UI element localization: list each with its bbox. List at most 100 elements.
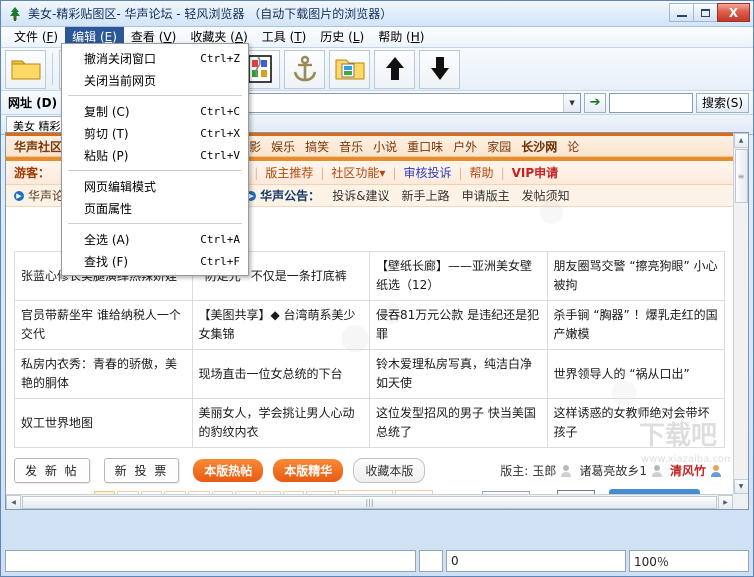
post-cell[interactable]: 铃木爱理私房写真，纯洁白净如天使	[369, 349, 548, 399]
favorite-board-button[interactable]: 收藏本版	[353, 457, 426, 483]
post-cell[interactable]: 奴工世界地图	[14, 398, 193, 448]
post-table: 张蓝心修长美腿演绎热辣娇娃 “防走光” 不仅是一条打底裤 【壁纸长廊】——亚洲美…	[14, 251, 725, 448]
moderator-name[interactable]: 玉郎	[532, 462, 556, 479]
hot-posts-button[interactable]: 本版热帖	[193, 458, 264, 482]
pagination: 1596 1/20 1 2 3 4 5 6 7 8 9 10 下一页» 末页 直…	[14, 486, 725, 494]
scroll-up-arrow-icon[interactable]: ▲	[733, 133, 748, 148]
scroll-right-arrow-icon[interactable]: ▶	[718, 494, 733, 509]
menu-select-all[interactable]: 全选 (A) Ctrl+A	[62, 228, 248, 250]
announce-link[interactable]: 申请版主	[462, 187, 510, 204]
scrollbar-corner	[733, 494, 748, 509]
menu-paste[interactable]: 粘贴 (P) Ctrl+V	[62, 144, 248, 166]
post-cell[interactable]: 这样诱惑的女教师绝对会带坏孩子	[546, 398, 725, 448]
menu-tools[interactable]: 工具 (T)	[255, 27, 314, 47]
upload-arrow-icon-button[interactable]	[374, 49, 415, 89]
post-cell[interactable]: 现场直击一位女总统的下台	[191, 349, 370, 399]
vertical-scroll-thumb[interactable]: ≡	[734, 149, 748, 203]
scroll-left-arrow-icon[interactable]: ◀	[6, 494, 21, 509]
menu-copy[interactable]: 复制 (C) Ctrl+C	[62, 100, 248, 122]
nav-link[interactable]: 音乐	[339, 138, 363, 155]
nav-link[interactable]: 家园	[487, 138, 511, 155]
announce-link[interactable]: 投诉&建议	[332, 187, 389, 204]
status-divider	[419, 550, 443, 572]
anchor-icon-button[interactable]	[284, 49, 325, 89]
status-bar: 0 100％	[5, 550, 749, 572]
divider: |	[392, 165, 397, 180]
guest-label: 游客：	[14, 166, 51, 180]
nav-link[interactable]: 论	[567, 138, 579, 155]
usernav-community[interactable]: 社区功能▾	[331, 164, 385, 181]
avatar	[651, 464, 663, 477]
divider: |	[320, 165, 325, 180]
post-cell[interactable]: 私房内衣秀：青春的骄傲，美艳的胴体	[14, 349, 193, 399]
menu-cut[interactable]: 剪切 (T) Ctrl+X	[62, 122, 248, 144]
post-cell[interactable]: 美丽女人，学会挑让男人心动的豹纹内衣	[191, 398, 370, 448]
essence-button[interactable]: 本版精华	[273, 458, 344, 482]
nav-link[interactable]: 户外	[453, 138, 477, 155]
page-horizontal-scrollbar[interactable]: ◀ ||| ▶	[6, 494, 733, 509]
menu-find[interactable]: 查找 (F) Ctrl+F	[62, 250, 248, 272]
announce-link[interactable]: 新手上路	[402, 187, 450, 204]
announce-link[interactable]: 发帖须知	[522, 187, 570, 204]
menu-separator	[68, 95, 242, 96]
status-zoom-level[interactable]: 100％	[629, 550, 749, 572]
menu-close-current-page[interactable]: 关闭当前网页	[62, 69, 248, 91]
maximize-button[interactable]	[693, 3, 718, 22]
moderator-name-highlight[interactable]: 清风竹	[670, 462, 706, 479]
nav-link-changsha[interactable]: 长沙网	[521, 138, 557, 155]
post-cell[interactable]: 【壁纸长廊】——亚洲美女壁纸选（12）	[369, 251, 548, 301]
menu-page-properties[interactable]: 页面属性	[62, 197, 248, 219]
usernav-vip[interactable]: VIP申请	[512, 164, 559, 181]
horizontal-scroll-thumb[interactable]: |||	[22, 495, 717, 509]
post-cell[interactable]: 朋友圈骂交警 “擦亮狗眼” 小心被拘	[546, 251, 725, 301]
folder-open-icon-button[interactable]	[5, 49, 46, 89]
avatar	[710, 464, 722, 477]
moderator-name[interactable]: 诸葛亮故乡1	[579, 462, 647, 479]
nav-link[interactable]: 重口味	[407, 138, 443, 155]
usernav-recommend[interactable]: 版主推荐	[265, 164, 313, 181]
menu-undo-close-window[interactable]: 撤消关闭窗口 Ctrl+Z	[62, 47, 248, 69]
announce-label: 华声公告：	[260, 189, 321, 203]
chevron-down-icon: ▾	[379, 166, 386, 180]
minimize-button[interactable]	[669, 3, 694, 22]
announcement-area: ▶ 华声公告： 投诉&建议 新手上路 申请版主 发帖须知	[246, 187, 575, 204]
toolbar-separator	[52, 53, 53, 85]
usernav-complaint[interactable]: 审核投诉	[403, 164, 451, 181]
close-button[interactable]: X	[717, 3, 750, 22]
post-list: 张蓝心修长美腿演绎热辣娇娃 “防走光” 不仅是一条打底裤 【壁纸长廊】——亚洲美…	[14, 251, 725, 448]
folder-pictures-icon-button[interactable]	[329, 49, 370, 89]
new-post-button[interactable]: 发 新 帖	[14, 457, 90, 483]
menu-history[interactable]: 历史 (L)	[313, 27, 371, 47]
toolbar-search-combo[interactable]: ▼	[609, 92, 753, 113]
download-arrow-icon-button[interactable]	[419, 49, 460, 89]
nav-link[interactable]: 搞笑	[305, 138, 329, 155]
menu-help[interactable]: 帮助 (H)	[371, 27, 431, 47]
page-vertical-scrollbar[interactable]: ▲ ≡ ▼	[733, 133, 748, 494]
nav-link[interactable]: 娱乐	[271, 138, 295, 155]
post-cell[interactable]: 侵吞81万元公款 是违纪还是犯罪	[369, 300, 548, 350]
post-cell[interactable]: 杀手锏 “胸器” ！爆乳走红的国产嫩模	[546, 300, 725, 350]
divider: |	[458, 165, 463, 180]
site-brand: 华声社区	[14, 139, 63, 154]
table-row: 奴工世界地图 美丽女人，学会挑让男人心动的豹纹内衣 这位发型招风的男子 快当美国…	[14, 398, 725, 448]
post-cell[interactable]: 【美图共享】◆ 台湾萌系美少女集锦	[191, 300, 370, 350]
post-cell[interactable]: 这位发型招风的男子 快当美国总统了	[369, 398, 548, 448]
title-bar: 美女-精彩贴图区- 华声论坛 - 轻风浏览器 （自动下载图片的浏览器） X	[1, 1, 753, 27]
search-button[interactable]: 搜索(S)	[696, 92, 749, 113]
new-poll-button[interactable]: 新 投 票	[103, 457, 180, 483]
edit-menu-dropdown[interactable]: 撤消关闭窗口 Ctrl+Z 关闭当前网页 复制 (C) Ctrl+C 剪切 (T) C…	[61, 43, 249, 276]
go-button[interactable]: ➔	[584, 92, 607, 113]
post-cell[interactable]: 世界领导人的 “祸从口出”	[546, 349, 725, 399]
usernav-help[interactable]: 帮助	[470, 164, 494, 181]
address-label: 网址 (D)	[8, 96, 58, 110]
post-cell[interactable]: 官员带薪坐牢 谁给纳税人一个交代	[14, 300, 193, 350]
menu-separator	[68, 170, 242, 171]
avatar	[560, 464, 572, 477]
menu-file[interactable]: 文件 (F)	[7, 27, 65, 47]
window-controls: X	[669, 3, 750, 22]
menu-page-edit-mode[interactable]: 网页编辑模式	[62, 175, 248, 197]
scroll-down-arrow-icon[interactable]: ▼	[733, 479, 748, 494]
divider: |	[254, 165, 259, 180]
nav-link[interactable]: 小说	[373, 138, 397, 155]
url-dropdown-icon[interactable]: ▼	[563, 93, 581, 112]
